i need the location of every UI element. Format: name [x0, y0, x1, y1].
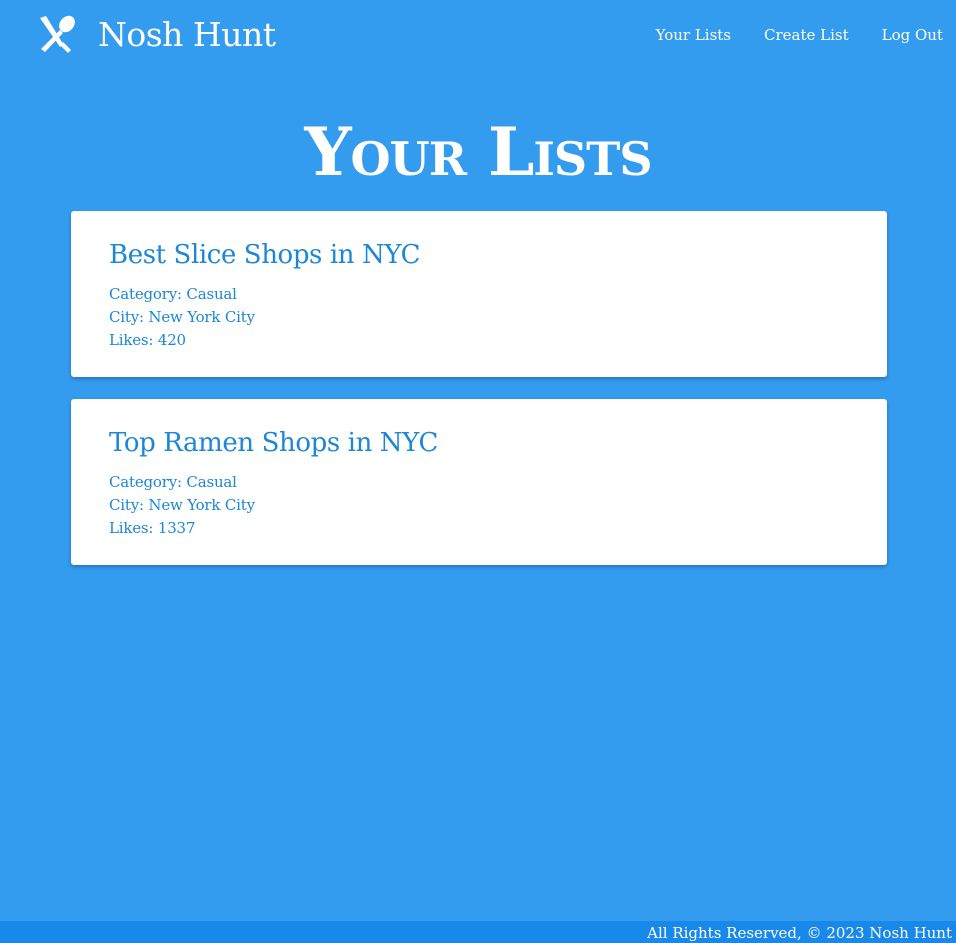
list-card-category: Category: Casual — [109, 473, 237, 491]
site-header: Nosh Hunt Your Lists Create List Log Out — [0, 0, 956, 72]
nav-create-list[interactable]: Create List — [764, 24, 849, 46]
main-nav: Your Lists Create List Log Out — [656, 24, 943, 46]
footer-copyright: All Rights Reserved, © 2023 Nosh Hunt — [647, 924, 952, 942]
list-card-likes: Likes: 420 — [109, 331, 186, 349]
brand-name: Nosh Hunt — [98, 15, 276, 54]
list-card[interactable]: Best Slice Shops in NYC Category: Casual… — [71, 211, 887, 377]
brand-link[interactable]: Nosh Hunt — [36, 10, 276, 60]
list-card-title[interactable]: Top Ramen Shops in NYC — [109, 425, 849, 461]
list-card-city: City: New York City — [109, 496, 255, 514]
list-card-category: Category: Casual — [109, 285, 237, 303]
utensils-icon — [36, 14, 78, 56]
site-footer: All Rights Reserved, © 2023 Nosh Hunt — [0, 921, 956, 943]
nav-log-out[interactable]: Log Out — [882, 24, 943, 46]
list-card-likes: Likes: 1337 — [109, 519, 196, 537]
nav-your-lists[interactable]: Your Lists — [656, 24, 731, 46]
list-card-title[interactable]: Best Slice Shops in NYC — [109, 237, 849, 273]
page-title: Your Lists — [304, 113, 652, 191]
list-card-city: City: New York City — [109, 308, 255, 326]
list-card[interactable]: Top Ramen Shops in NYC Category: Casual … — [71, 399, 887, 565]
